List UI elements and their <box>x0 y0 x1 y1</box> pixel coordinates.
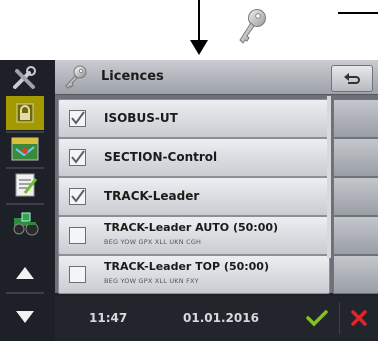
list-item[interactable]: ISOBUS-UT <box>58 99 330 138</box>
confirm-button[interactable] <box>300 301 334 335</box>
side-button[interactable] <box>333 177 378 216</box>
notepad-icon[interactable] <box>6 168 44 202</box>
checkbox[interactable] <box>69 227 86 244</box>
annotation-line <box>338 12 378 14</box>
checkbox[interactable] <box>69 188 86 205</box>
key-icon <box>65 65 87 89</box>
licence-name: TRACK-Leader AUTO (50:00) <box>104 221 279 234</box>
side-button[interactable] <box>333 216 378 255</box>
side-button[interactable] <box>333 138 378 177</box>
back-button[interactable] <box>331 65 373 92</box>
key-icon <box>239 9 266 44</box>
page-title: Licences <box>101 69 164 84</box>
side-button[interactable] <box>333 255 378 294</box>
checkbox[interactable] <box>69 110 86 127</box>
list-item[interactable]: SECTION-Control <box>58 138 330 177</box>
licence-name: ISOBUS-UT <box>104 111 178 125</box>
panel-header: Licences <box>55 60 378 95</box>
scroll-down-icon[interactable] <box>6 300 44 334</box>
clock-time: 11:47 <box>89 311 128 325</box>
checkbox[interactable] <box>69 149 86 166</box>
licences-panel: Licences ISOBUS-UT SECTION-Control TRACK… <box>55 60 378 294</box>
tools-icon[interactable] <box>6 62 44 96</box>
scroll-up-icon[interactable] <box>6 256 44 290</box>
return-arrow-icon <box>344 72 360 84</box>
licence-code: BEG YOW GPX XLL UKN CGH <box>104 238 202 246</box>
clock-date: 01.01.2016 <box>183 311 259 325</box>
terminal-screen: Licences ISOBUS-UT SECTION-Control TRACK… <box>0 60 378 341</box>
licence-list: ISOBUS-UT SECTION-Control TRACK-Leader T… <box>55 96 331 294</box>
checkmark-icon <box>306 310 328 327</box>
left-toolbar <box>0 60 50 341</box>
licence-code: BEG YOW GPX XLL UKN FXY <box>104 277 199 285</box>
side-buttons <box>331 96 378 294</box>
tractor-icon[interactable] <box>6 206 44 240</box>
list-item[interactable]: TRACK-Leader TOP (50:00) BEG YOW GPX XLL… <box>58 255 330 294</box>
cross-icon <box>351 310 367 326</box>
list-item[interactable]: TRACK-Leader AUTO (50:00) BEG YOW GPX XL… <box>58 216 330 255</box>
list-item[interactable]: TRACK-Leader <box>58 177 330 216</box>
side-button[interactable] <box>333 99 378 138</box>
lock-icon[interactable] <box>6 96 44 130</box>
status-bar: 11:47 01.01.2016 <box>55 296 378 341</box>
licence-name: SECTION-Control <box>104 150 218 164</box>
cancel-button[interactable] <box>342 301 376 335</box>
checkbox[interactable] <box>69 266 86 283</box>
licence-name: TRACK-Leader <box>104 189 200 203</box>
field-map-icon[interactable] <box>6 132 44 166</box>
licence-name: TRACK-Leader TOP (50:00) <box>104 260 269 273</box>
